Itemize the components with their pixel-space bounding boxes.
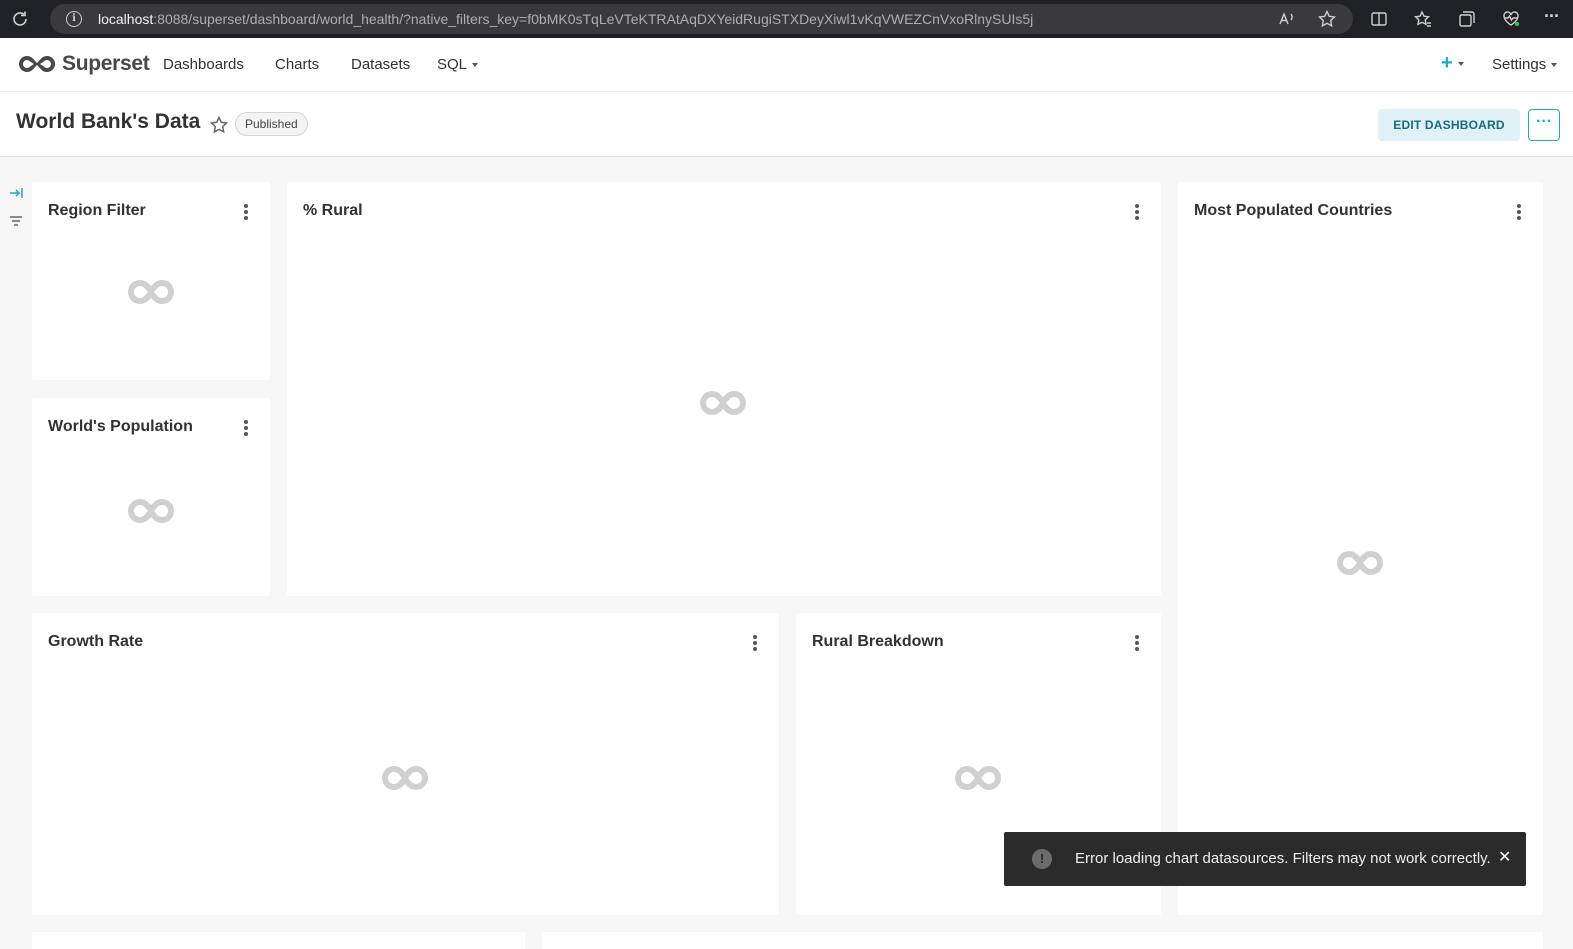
chart-menu-icon[interactable] <box>241 202 251 222</box>
split-screen-icon[interactable] <box>1369 9 1389 29</box>
performance-icon[interactable] <box>1501 9 1521 29</box>
collections-icon[interactable] <box>1457 9 1477 29</box>
dashboard-header: World Bank's Data Published EDIT DASHBOA… <box>0 92 1573 157</box>
chart-card-partial <box>542 932 1543 949</box>
chart-menu-icon[interactable] <box>1132 633 1142 653</box>
chart-menu-icon[interactable] <box>1132 202 1142 222</box>
site-info-icon[interactable]: i <box>66 11 82 27</box>
browser-toolbar: i localhost:8088/superset/dashboard/worl… <box>0 0 1573 38</box>
favorite-star-icon[interactable] <box>1317 9 1337 29</box>
chart-title: Most Populated Countries <box>1194 202 1393 219</box>
filter-icon[interactable] <box>8 214 24 228</box>
url-host: localhost <box>98 11 154 27</box>
dashboard-title[interactable]: World Bank's Data <box>16 110 200 134</box>
published-status-badge[interactable]: Published <box>235 112 308 136</box>
main-navbar: Superset Dashboards Charts Datasets SQL … <box>0 38 1573 92</box>
toast-message: Error loading chart datasources. Filters… <box>1075 850 1491 867</box>
read-aloud-icon[interactable] <box>1277 9 1297 29</box>
close-icon[interactable]: ✕ <box>1498 847 1511 867</box>
superset-logo-icon <box>18 55 56 72</box>
loading-spinner-icon <box>1337 550 1383 575</box>
chart-card-region-filter: Region Filter <box>32 182 270 380</box>
nav-dashboards[interactable]: Dashboards <box>163 56 244 73</box>
url-path: :8088/superset/dashboard/world_health/?n… <box>153 11 1034 27</box>
chart-menu-icon[interactable] <box>1514 202 1524 222</box>
loading-spinner-icon <box>382 765 428 790</box>
nav-datasets[interactable]: Datasets <box>351 56 410 73</box>
settings-menu[interactable]: Settings <box>1492 56 1558 73</box>
new-item-menu[interactable]: + <box>1441 52 1464 75</box>
reload-icon[interactable] <box>10 9 30 29</box>
chart-card-rural-percent: % Rural <box>287 182 1161 596</box>
chart-title: Growth Rate <box>48 633 144 650</box>
loading-spinner-icon <box>700 390 746 415</box>
nav-charts[interactable]: Charts <box>275 56 319 73</box>
chart-card-partial <box>32 932 525 949</box>
brand-name: Superset <box>62 52 150 75</box>
nav-sql-menu[interactable]: SQL <box>437 56 479 73</box>
plus-icon: + <box>1441 52 1453 74</box>
chart-menu-icon[interactable] <box>241 418 251 438</box>
chart-title: World's Population <box>48 418 193 435</box>
loading-spinner-icon <box>128 279 174 304</box>
loading-spinner-icon <box>128 498 174 523</box>
chart-title: % Rural <box>303 202 363 219</box>
loading-spinner-icon <box>955 765 1001 790</box>
expand-filters-icon[interactable] <box>8 186 24 200</box>
address-bar[interactable]: i localhost:8088/superset/dashboard/worl… <box>50 4 1353 34</box>
nav-sql-label: SQL <box>437 56 468 73</box>
chart-card-most-populated-countries: Most Populated Countries <box>1178 182 1543 915</box>
browser-menu-icon[interactable]: ··· <box>1544 6 1564 26</box>
chart-card-world-population: World's Population <box>32 398 270 596</box>
settings-label: Settings <box>1492 56 1547 73</box>
chart-title: Rural Breakdown <box>812 633 944 650</box>
chart-title: Region Filter <box>48 202 146 219</box>
chevron-down-icon <box>1551 63 1558 68</box>
favorites-icon[interactable] <box>1413 9 1433 29</box>
url-text[interactable]: localhost:8088/superset/dashboard/world_… <box>98 11 1033 27</box>
alert-icon: ! <box>1032 849 1052 869</box>
chart-menu-icon[interactable] <box>750 633 760 653</box>
dashboard-more-options-button[interactable]: ··· <box>1528 109 1560 141</box>
chevron-down-icon <box>472 63 479 68</box>
chevron-down-icon <box>1457 61 1464 66</box>
edit-dashboard-button[interactable]: EDIT DASHBOARD <box>1378 109 1520 141</box>
favorite-star-icon[interactable] <box>209 115 229 135</box>
chart-card-growth-rate: Growth Rate <box>32 613 779 915</box>
error-toast: ! Error loading chart datasources. Filte… <box>1004 832 1526 886</box>
superset-logo[interactable]: Superset <box>16 51 150 77</box>
